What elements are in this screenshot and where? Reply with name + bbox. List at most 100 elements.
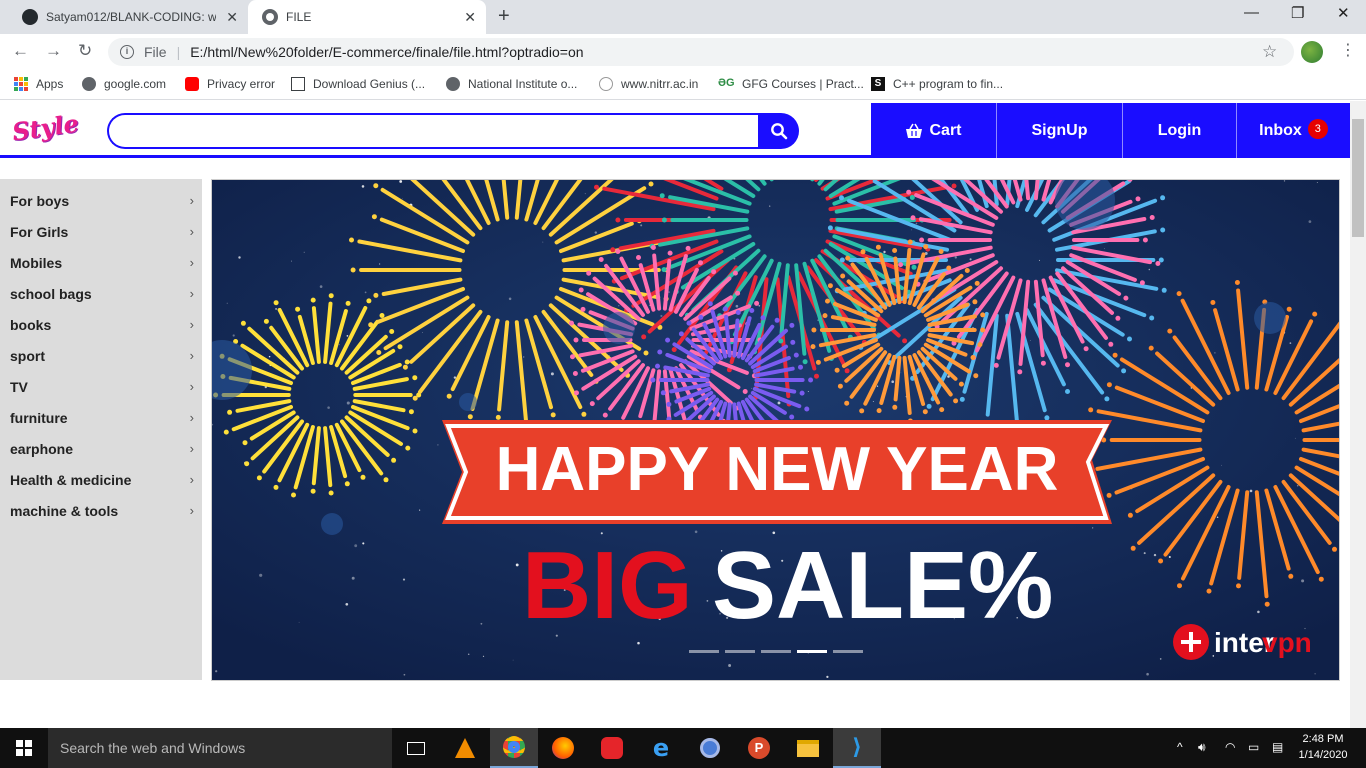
vlc-icon[interactable] xyxy=(441,728,489,768)
cart-button[interactable]: Cart xyxy=(871,103,996,158)
inbox-button[interactable]: Inbox 3 xyxy=(1236,103,1350,158)
tab-strip: Satyam012/BLANK-CODING: wel ✕ FILE ✕ + —… xyxy=(0,0,1366,34)
edge-icon[interactable]: e xyxy=(637,728,685,768)
globe-icon xyxy=(446,77,460,91)
category-item[interactable]: books › xyxy=(0,309,202,340)
task-view-icon[interactable] xyxy=(392,728,440,768)
carousel-indicators xyxy=(689,650,863,653)
battery-icon[interactable]: ▭ xyxy=(1248,740,1259,754)
bookmark-label: GFG Courses | Pract... xyxy=(742,77,864,91)
bookmark-star-icon[interactable]: ☆ xyxy=(1262,42,1277,62)
app-p-icon[interactable]: P xyxy=(735,728,783,768)
back-icon[interactable]: ← xyxy=(12,41,29,61)
chevron-right-icon: › xyxy=(189,348,194,363)
windows-logo-icon xyxy=(16,740,32,756)
tab-title: Satyam012/BLANK-CODING: wel xyxy=(46,10,216,24)
carousel-dot[interactable] xyxy=(797,650,827,653)
app-red-icon[interactable] xyxy=(588,728,636,768)
signup-label: SignUp xyxy=(1031,121,1088,139)
cart-label: Cart xyxy=(929,121,962,139)
close-tab-icon[interactable]: ✕ xyxy=(464,9,476,26)
category-item[interactable]: furniture › xyxy=(0,402,202,433)
chevron-right-icon: › xyxy=(189,503,194,518)
bookmark-cpp[interactable]: S C++ program to fin... xyxy=(871,77,1003,91)
bookmarks-bar: Apps google.com Privacy error Download G… xyxy=(0,70,1366,100)
site-header: Style Cart SignUp Login Inbox 3 xyxy=(0,103,1350,158)
close-tab-icon[interactable]: ✕ xyxy=(226,9,238,26)
carousel-dot[interactable] xyxy=(725,650,755,653)
bookmark-apps[interactable]: Apps xyxy=(14,77,63,91)
login-button[interactable]: Login xyxy=(1122,103,1236,158)
address-bar[interactable]: i File | E:/html/New%20folder/E-commerce… xyxy=(108,38,1294,66)
chevron-right-icon: › xyxy=(189,410,194,425)
inbox-count-badge: 3 xyxy=(1307,118,1328,139)
page-scrollbar[interactable] xyxy=(1350,101,1366,728)
address-divider: | xyxy=(176,44,181,60)
category-item[interactable]: For Girls › xyxy=(0,216,202,247)
volume-icon[interactable]: 🔊︎ xyxy=(1198,740,1206,755)
carousel-dot[interactable] xyxy=(761,650,791,653)
category-item[interactable]: Health & medicine › xyxy=(0,464,202,495)
chevron-up-icon[interactable]: ^ xyxy=(1177,740,1183,754)
s-icon: S xyxy=(871,77,885,91)
search-input[interactable] xyxy=(107,113,759,149)
notification-icon[interactable]: ▤ xyxy=(1272,740,1283,754)
profile-avatar[interactable] xyxy=(1301,41,1323,63)
chevron-right-icon: › xyxy=(189,286,194,301)
site-logo[interactable]: Style xyxy=(10,108,80,146)
tab-file[interactable]: FILE ✕ xyxy=(248,0,486,34)
category-item[interactable]: school bags › xyxy=(0,278,202,309)
tab-github[interactable]: Satyam012/BLANK-CODING: wel ✕ xyxy=(8,0,248,34)
category-item[interactable]: machine & tools › xyxy=(0,495,202,526)
file-explorer-icon[interactable] xyxy=(784,728,832,768)
category-item[interactable]: TV › xyxy=(0,371,202,402)
youtube-icon xyxy=(185,77,199,91)
windows-start-button[interactable] xyxy=(0,728,48,768)
chrome-icon[interactable] xyxy=(490,728,538,768)
bookmark-gfg[interactable]: ƏG GFG Courses | Pract... xyxy=(718,77,864,91)
chrome-alt-icon[interactable] xyxy=(686,728,734,768)
taskbar-search-input[interactable]: Search the web and Windows xyxy=(48,728,392,768)
tab-title: FILE xyxy=(286,10,312,24)
apps-grid-icon xyxy=(14,77,28,91)
promo-banner[interactable]: HAPPY NEW YEAR BIG SALE% inter vpn xyxy=(211,179,1340,681)
info-icon[interactable]: i xyxy=(120,45,134,59)
clock-date: 1/14/2020 xyxy=(1298,749,1348,761)
wifi-icon[interactable]: ◠ xyxy=(1225,740,1235,754)
reload-icon[interactable]: ↻ xyxy=(78,41,92,61)
search-button[interactable] xyxy=(758,113,799,149)
minimize-icon[interactable]: — xyxy=(1244,4,1259,21)
close-window-icon[interactable]: ✕ xyxy=(1337,4,1350,22)
bookmark-nitrr[interactable]: www.nitrr.ac.in xyxy=(599,77,698,91)
carousel-dot[interactable] xyxy=(833,650,863,653)
signup-button[interactable]: SignUp xyxy=(996,103,1122,158)
category-item[interactable]: Mobiles › xyxy=(0,247,202,278)
taskbar-clock[interactable]: 2:48 PM 1/14/2020 xyxy=(1296,731,1350,763)
vscode-icon[interactable]: ⟩ xyxy=(833,728,881,768)
scrollbar-thumb[interactable] xyxy=(1352,119,1364,237)
category-item[interactable]: sport › xyxy=(0,340,202,371)
search-icon xyxy=(770,123,787,140)
bookmark-privacy-error[interactable]: Privacy error xyxy=(185,77,275,91)
address-scheme: File xyxy=(144,44,167,60)
fireworks-banner-art: HAPPY NEW YEAR BIG SALE% inter vpn xyxy=(212,180,1339,680)
category-label: For boys xyxy=(10,192,70,209)
forward-icon[interactable]: → xyxy=(45,41,62,61)
category-label: Health & medicine xyxy=(10,471,132,488)
inbox-label: Inbox xyxy=(1259,121,1302,139)
emblem-icon xyxy=(599,77,613,91)
category-item[interactable]: For boys › xyxy=(0,185,202,216)
bookmark-download-genius[interactable]: Download Genius (... xyxy=(291,77,425,91)
restore-icon[interactable]: ❐ xyxy=(1291,4,1304,22)
category-item[interactable]: earphone › xyxy=(0,433,202,464)
carousel-dot[interactable] xyxy=(689,650,719,653)
new-tab-icon[interactable]: + xyxy=(498,5,510,28)
chevron-right-icon: › xyxy=(189,255,194,270)
bookmark-national-institute[interactable]: National Institute o... xyxy=(446,77,577,91)
chevron-right-icon: › xyxy=(189,379,194,394)
web-page: Style Cart SignUp Login Inbox 3 For boys… xyxy=(0,101,1350,728)
bookmark-google[interactable]: google.com xyxy=(82,77,166,91)
menu-icon[interactable]: ⋮ xyxy=(1340,40,1356,60)
category-label: earphone xyxy=(10,440,74,457)
firefox-icon[interactable] xyxy=(539,728,587,768)
